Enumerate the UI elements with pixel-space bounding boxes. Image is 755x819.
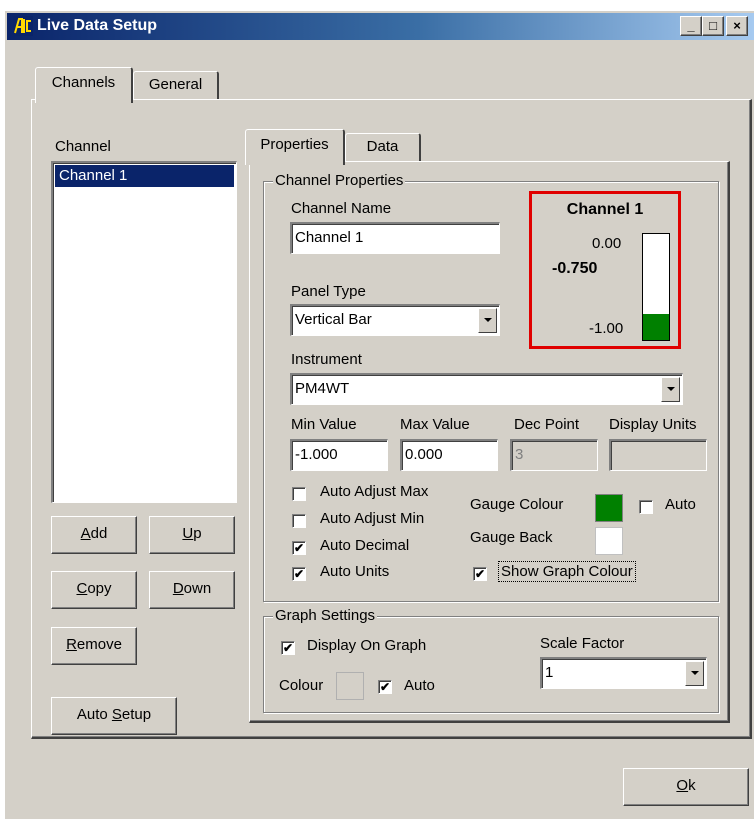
gauge-bar-fill bbox=[643, 313, 669, 340]
auto-adjust-max-label: Auto Adjust Max bbox=[320, 483, 429, 500]
down-button-label: own bbox=[183, 580, 212, 597]
gauge-colour-label: Gauge Colour bbox=[470, 496, 564, 513]
close-button[interactable]: × bbox=[726, 16, 748, 36]
copy-button[interactable]: Copy bbox=[51, 571, 137, 609]
ok-button-hotkey: O bbox=[676, 777, 689, 794]
down-button[interactable]: Down bbox=[149, 571, 235, 609]
gauge-preview: Channel 1 0.00 -0.750 -1.00 bbox=[529, 191, 681, 349]
panel-type-value: Vertical Bar bbox=[295, 311, 372, 328]
graph-colour-auto-label: Auto bbox=[404, 677, 435, 694]
maximize-button[interactable]: □ bbox=[702, 16, 724, 36]
graph-colour-label: Colour bbox=[279, 677, 324, 694]
tab-properties-label: Properties bbox=[260, 136, 329, 153]
display-units-label: Display Units bbox=[609, 416, 697, 433]
channel-properties-group-label: Channel Properties bbox=[273, 172, 406, 189]
graph-settings-group-label: Graph Settings bbox=[273, 607, 378, 624]
auto-setup-hotkey: S bbox=[111, 706, 122, 723]
gauge-colour-swatch[interactable] bbox=[595, 494, 623, 522]
ok-button[interactable]: Ok bbox=[623, 768, 749, 806]
auto-adjust-min-checkbox[interactable] bbox=[292, 514, 306, 528]
up-button-label: p bbox=[193, 525, 202, 542]
max-value-field[interactable]: 0.000 bbox=[400, 439, 498, 471]
gauge-preview-title: Channel 1 bbox=[566, 201, 644, 218]
window-title: Live Data Setup bbox=[37, 17, 158, 34]
scale-factor-label: Scale Factor bbox=[540, 635, 625, 652]
gauge-bar bbox=[642, 233, 670, 341]
max-value-label: Max Value bbox=[400, 416, 470, 433]
add-button-label: dd bbox=[90, 525, 108, 542]
auto-setup-button[interactable]: Auto Setup bbox=[51, 697, 177, 735]
graph-colour-auto-checkbox[interactable]: ✔ bbox=[378, 680, 392, 694]
gauge-current-value: -0.750 bbox=[552, 260, 598, 277]
display-on-graph-checkbox[interactable]: ✔ bbox=[281, 641, 295, 655]
chevron-down-icon[interactable] bbox=[685, 661, 704, 686]
list-item[interactable]: Channel 1 bbox=[55, 165, 234, 187]
tab-channels-label: Channels bbox=[51, 74, 116, 91]
channel-name-label: Channel Name bbox=[291, 200, 392, 217]
dec-point-field: 3 bbox=[510, 439, 598, 471]
tab-channels[interactable]: Channels bbox=[35, 67, 133, 103]
channel-list[interactable]: Channel 1 bbox=[51, 161, 237, 503]
channel-list-label: Channel bbox=[55, 138, 111, 155]
copy-button-label: opy bbox=[87, 580, 112, 597]
dec-point-label: Dec Point bbox=[514, 416, 580, 433]
gauge-max-label: 0.00 bbox=[592, 235, 622, 252]
add-button-hotkey: A bbox=[80, 525, 91, 542]
gauge-auto-checkbox[interactable] bbox=[639, 500, 653, 514]
show-graph-colour-label: Show Graph Colour bbox=[498, 561, 636, 582]
display-on-graph-label: Display On Graph bbox=[307, 637, 427, 654]
auto-decimal-checkbox[interactable]: ✔ bbox=[292, 541, 306, 555]
panel-type-label: Panel Type bbox=[291, 283, 366, 300]
chevron-down-icon[interactable] bbox=[661, 377, 680, 402]
instrument-label: Instrument bbox=[291, 351, 362, 368]
up-button-hotkey: U bbox=[182, 525, 194, 542]
auto-setup-label: etup bbox=[121, 706, 152, 723]
panel-type-select[interactable]: Vertical Bar bbox=[290, 304, 500, 336]
instrument-value: PM4WT bbox=[295, 380, 350, 397]
minimize-button[interactable]: _ bbox=[680, 16, 702, 36]
remove-button[interactable]: Remove bbox=[51, 627, 137, 665]
remove-button-label: emove bbox=[76, 636, 122, 653]
title-bar[interactable]: Live Data Setup _ □ × bbox=[7, 13, 754, 40]
gauge-back-label: Gauge Back bbox=[470, 529, 553, 546]
tab-general-label: General bbox=[148, 76, 203, 93]
min-value-field[interactable]: -1.000 bbox=[290, 439, 388, 471]
display-units-field bbox=[609, 439, 707, 471]
graph-colour-swatch[interactable] bbox=[336, 672, 364, 700]
auto-setup-label-prefix: Auto bbox=[76, 706, 112, 723]
scale-factor-select[interactable]: 1 bbox=[540, 657, 707, 689]
auto-decimal-label: Auto Decimal bbox=[320, 537, 410, 554]
tab-data[interactable]: Data bbox=[345, 133, 421, 161]
tab-general[interactable]: General bbox=[133, 71, 219, 99]
up-button[interactable]: Up bbox=[149, 516, 235, 554]
auto-units-checkbox[interactable]: ✔ bbox=[292, 567, 306, 581]
chevron-down-icon[interactable] bbox=[478, 308, 497, 333]
channel-name-field[interactable]: Channel 1 bbox=[290, 222, 500, 254]
down-button-hotkey: D bbox=[172, 580, 184, 597]
remove-button-hotkey: R bbox=[66, 636, 77, 653]
gauge-auto-label: Auto bbox=[665, 496, 696, 513]
tab-data-label: Data bbox=[366, 138, 399, 155]
ok-button-label: k bbox=[688, 777, 696, 794]
auto-adjust-min-label: Auto Adjust Min bbox=[320, 510, 425, 527]
copy-button-hotkey: C bbox=[76, 580, 88, 597]
auto-adjust-max-checkbox[interactable] bbox=[292, 487, 306, 501]
app-logo-icon bbox=[13, 16, 33, 36]
tab-properties[interactable]: Properties bbox=[245, 129, 345, 165]
scale-factor-value: 1 bbox=[545, 664, 554, 681]
live-data-setup-window: Live Data Setup _ □ × Channels General C… bbox=[4, 10, 754, 819]
instrument-select[interactable]: PM4WT bbox=[290, 373, 683, 405]
min-value-label: Min Value bbox=[291, 416, 357, 433]
gauge-min-label: -1.00 bbox=[589, 320, 624, 337]
add-button[interactable]: Add bbox=[51, 516, 137, 554]
show-graph-colour-checkbox[interactable]: ✔ bbox=[473, 567, 487, 581]
auto-units-label: Auto Units bbox=[320, 563, 390, 580]
gauge-back-swatch[interactable] bbox=[595, 527, 623, 555]
